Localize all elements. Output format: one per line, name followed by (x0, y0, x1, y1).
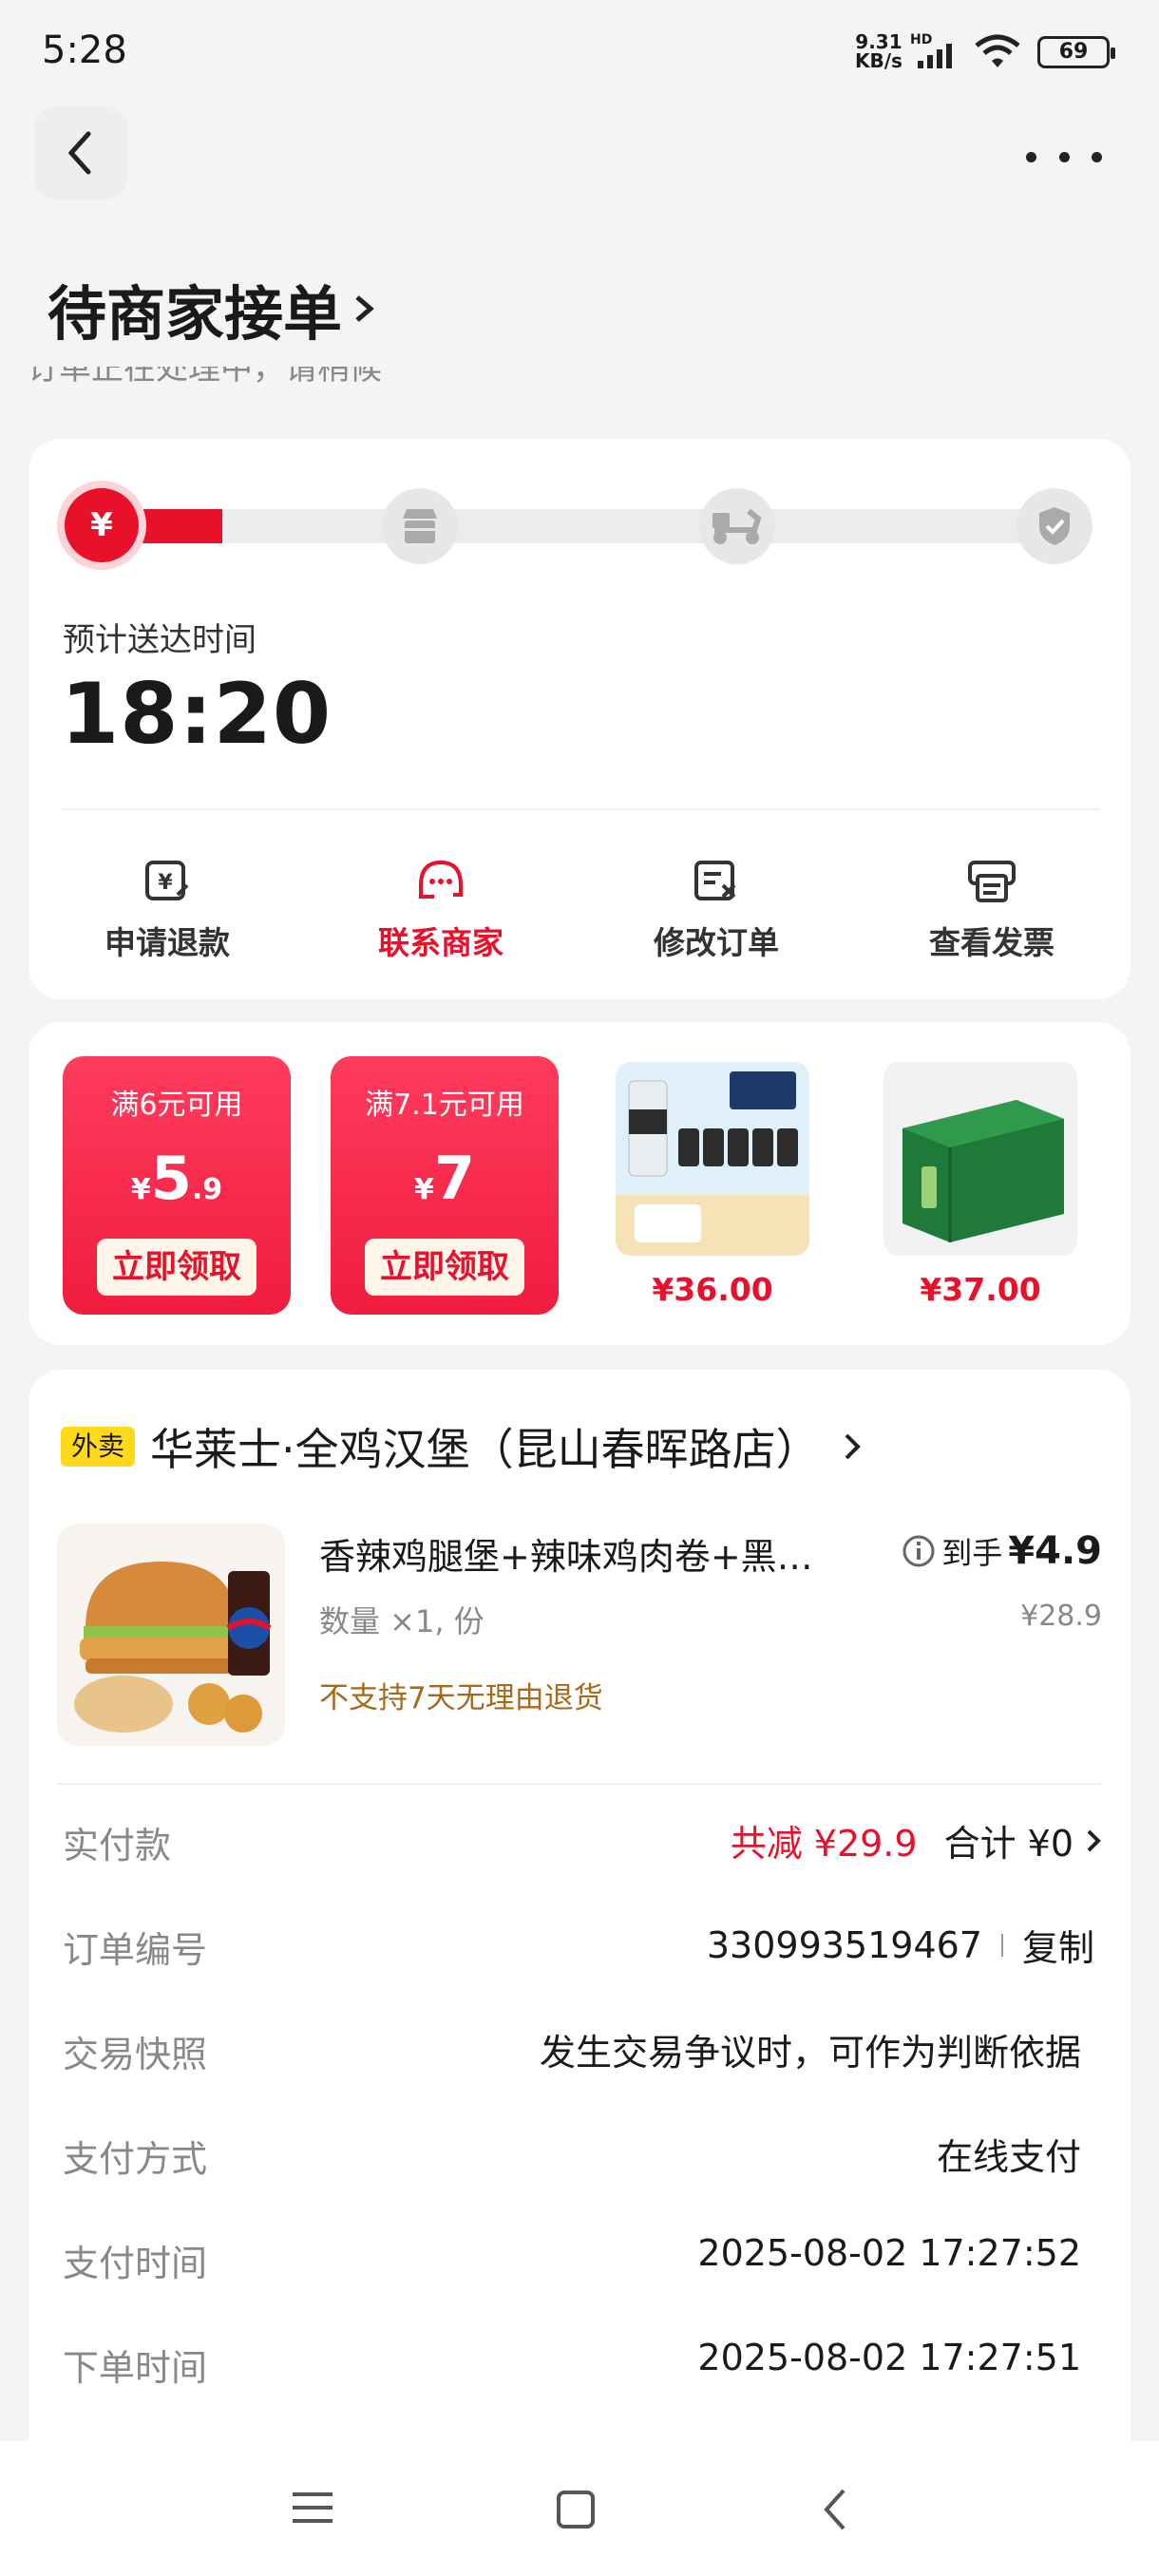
wifi-icon (975, 34, 1020, 67)
item-name[interactable]: 香辣鸡腿堡+辣味鸡肉卷+黑… (319, 1527, 813, 1580)
order-status-title[interactable]: 待商家接单 (48, 266, 378, 351)
refund-label: 申请退款 (104, 924, 230, 961)
battery-indicator: 69 (1037, 36, 1115, 68)
step-complete (1016, 488, 1092, 564)
home-icon[interactable] (555, 2489, 597, 2530)
store-icon (403, 509, 437, 543)
refund-button[interactable]: ¥ 申请退款 (72, 843, 262, 963)
status-subtitle: 订单正在处理中，请稍候 (27, 367, 382, 388)
order-no-row: 330993519467 复制 (707, 1919, 1094, 1971)
svg-text:¥: ¥ (158, 871, 173, 895)
pay-time-label: 支付时间 (63, 2243, 208, 2284)
check-badge-icon (1039, 507, 1070, 545)
coupon-2[interactable]: 满7.1元可用 ¥7 立即领取 (331, 1056, 559, 1315)
signal-icon (918, 44, 952, 68)
modify-order-label: 修改订单 (654, 924, 779, 961)
merchant-chat-icon (419, 860, 463, 899)
divider (57, 1783, 1102, 1785)
order-time-label: 下单时间 (63, 2347, 208, 2389)
final-price-value: ¥4.9 (1008, 1529, 1102, 1573)
copy-button[interactable]: 复制 (1022, 1919, 1094, 1971)
order-status-text: 待商家接单 (48, 279, 343, 349)
claim-coupon-button[interactable]: 立即领取 (365, 1239, 524, 1296)
shop-name: 华莱士·全鸡汉堡（昆山春晖路店） (150, 1424, 820, 1475)
scooter-icon (712, 508, 762, 544)
claim-coupon-button[interactable]: 立即领取 (97, 1239, 256, 1296)
order-no-label: 订单编号 (63, 1929, 208, 1971)
item-quantity: 数量 ×1, 份 (319, 1603, 484, 1639)
network-speed: 9.31 KB/s (855, 32, 902, 70)
step-store (382, 488, 458, 564)
more-menu-button[interactable] (1026, 142, 1102, 171)
step-payment: ¥ (65, 488, 139, 562)
chevron-right-icon (355, 295, 374, 322)
order-number: 330993519467 (706, 1923, 982, 1966)
final-price[interactable]: 到手 ¥4.9 (902, 1529, 1102, 1573)
product-price: ¥37.00 (920, 1271, 1041, 1308)
beer-pack-image (616, 1062, 809, 1256)
info-icon (902, 1535, 935, 1567)
snapshot-value[interactable]: 发生交易争议时，可作为判断依据 (540, 2023, 1081, 2075)
snapshot-label: 交易快照 (63, 2034, 208, 2075)
modify-order-button[interactable]: 修改订单 (621, 843, 811, 963)
net-speed-unit: KB/s (855, 49, 902, 72)
view-invoice-button[interactable]: 查看发票 (897, 843, 1087, 963)
eta-time: 18:20 (61, 665, 332, 763)
green-box-image (884, 1062, 1077, 1256)
original-price: ¥28.9 (1020, 1600, 1102, 1633)
eta-label: 预计送达时间 (63, 621, 256, 659)
pay-method-value: 在线支付 (936, 2136, 1081, 2178)
order-time-value: 2025-08-02 17:27:51 (697, 2337, 1081, 2378)
step-delivery (699, 488, 775, 564)
separator (1000, 1933, 1003, 1957)
divider (61, 808, 1100, 810)
chevron-right-icon (845, 1433, 861, 1460)
shop-name-link[interactable]: 华莱士·全鸡汉堡（昆山春晖路店） (150, 1415, 864, 1478)
coupon-1[interactable]: 满6元可用 ¥5.9 立即领取 (63, 1056, 291, 1315)
total-amount: 合计 ¥0 (943, 1823, 1074, 1865)
back-button[interactable] (34, 106, 127, 199)
menu-icon[interactable] (291, 2489, 334, 2527)
net-speed-value: 9.31 (855, 30, 902, 53)
return-policy: 不支持7天无理由退货 (319, 1681, 603, 1715)
back-nav-icon[interactable] (819, 2487, 853, 2532)
pay-method-label: 支付方式 (63, 2138, 208, 2180)
burger-combo-image (57, 1524, 285, 1746)
coupon-amount: ¥5.9 (130, 1144, 223, 1213)
final-price-prefix: 到手 (941, 1535, 1003, 1571)
contact-merchant-label: 联系商家 (378, 924, 504, 961)
coupon-condition: 满6元可用 (110, 1089, 243, 1122)
progress-track (76, 509, 1083, 543)
discount-amount: 共减 ¥29.9 (730, 1823, 918, 1865)
paid-label: 实付款 (63, 1825, 172, 1866)
chevron-left-icon (67, 131, 91, 175)
paid-summary[interactable]: 共减 ¥29.9 合计 ¥0 (731, 1814, 1106, 1866)
edit-order-icon (694, 861, 736, 900)
chevron-right-icon (1087, 1829, 1101, 1851)
coupon-amount: ¥7 (413, 1144, 475, 1213)
invoice-icon (968, 861, 1016, 902)
view-invoice-label: 查看发票 (929, 924, 1054, 961)
pay-time-value: 2025-08-02 17:27:52 (697, 2232, 1081, 2274)
contact-merchant-button[interactable]: 联系商家 (346, 843, 536, 963)
product-image-beer[interactable] (616, 1062, 809, 1256)
refund-icon: ¥ (145, 861, 189, 900)
yuan-icon: ¥ (90, 506, 113, 544)
product-image-box[interactable] (884, 1062, 1077, 1256)
status-time: 5:28 (42, 28, 127, 72)
coupon-condition: 满7.1元可用 (365, 1089, 524, 1122)
takeaway-tag: 外卖 (61, 1427, 135, 1467)
product-price: ¥36.00 (652, 1271, 773, 1308)
item-image[interactable] (57, 1524, 285, 1746)
more-dots-icon (1026, 151, 1036, 162)
